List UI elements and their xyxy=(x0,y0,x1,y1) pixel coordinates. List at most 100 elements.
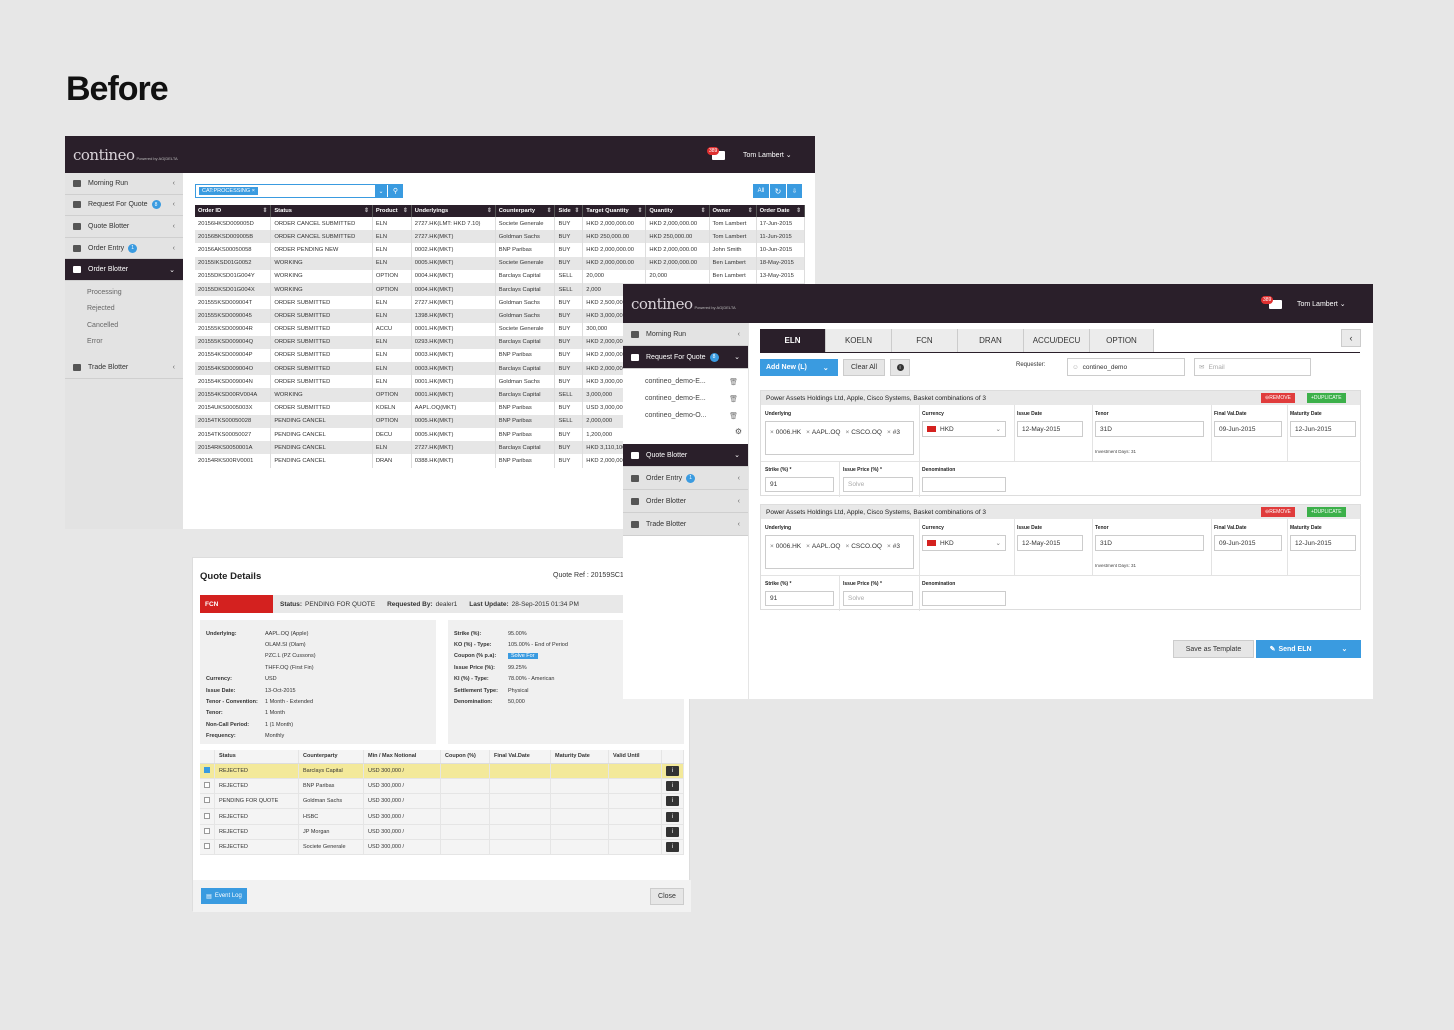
remove-chip-icon[interactable]: × xyxy=(770,543,774,550)
sidebar-item-morning-run[interactable]: Morning Run ‹ xyxy=(65,173,183,195)
remove-chip-icon[interactable]: × xyxy=(887,429,891,436)
column-header[interactable]: Order Date ⇕ xyxy=(756,205,806,217)
sidebar-item-trade-blotter[interactable]: Trade Blotter ‹ xyxy=(65,357,183,379)
sidebar-item-request-for-quote[interactable]: Request For Quote 8 ‹ xyxy=(65,195,183,217)
denomination-field[interactable] xyxy=(922,591,1006,606)
underlying-chip[interactable]: × AAPL.OQ xyxy=(806,539,840,553)
row-checkbox[interactable] xyxy=(204,812,210,819)
column-header[interactable]: Counterparty ⇕ xyxy=(495,205,556,217)
column-header[interactable]: Product ⇕ xyxy=(372,205,412,217)
info-icon[interactable]: i xyxy=(666,842,679,853)
refresh-icon[interactable]: ↻ xyxy=(770,184,786,198)
tab-eln[interactable]: ELN xyxy=(760,329,826,352)
currency-select[interactable]: HKD ⌄ xyxy=(922,535,1006,551)
sidebar-item-request-for-quote[interactable]: Request For Quote 8 ⌄ xyxy=(623,346,748,369)
tab-fcn[interactable]: FCN xyxy=(892,329,958,352)
duplicate-button[interactable]: + DUPLICATE xyxy=(1307,393,1346,403)
info-icon[interactable]: i xyxy=(666,780,679,791)
issue-price-field[interactable]: Solve xyxy=(843,477,913,492)
tab-koeln[interactable]: KOELN xyxy=(826,329,892,352)
send-eln-button[interactable]: ✎ Send ELN ⌄ xyxy=(1256,640,1361,658)
underlying-field[interactable]: × 0006.HK × AAPL.OQ × CSCO.OQ × #3 xyxy=(765,421,914,455)
column-header[interactable]: Side ⇕ xyxy=(554,205,584,217)
sidebar-item-quote-blotter[interactable]: Quote Blotter ⌄ xyxy=(623,444,748,467)
issue-date-field[interactable]: 12-May-2015 xyxy=(1017,535,1083,551)
table-row[interactable]: 20155IKSD01G0052 WORKING ELN 0005.HK(MKT) So… xyxy=(195,256,806,270)
row-checkbox[interactable] xyxy=(204,797,210,804)
sidebar-item-order-entry[interactable]: Order Entry 1 ‹ xyxy=(65,238,183,260)
info-icon[interactable]: i xyxy=(666,765,679,776)
column-header[interactable]: Owner ⇕ xyxy=(709,205,757,217)
info-button[interactable]: i xyxy=(890,359,910,376)
submenu-rejected[interactable]: Rejected xyxy=(65,301,183,318)
row-checkbox[interactable] xyxy=(204,781,210,788)
submenu-processing[interactable]: Processing xyxy=(65,285,183,302)
sidebar-item-trade-blotter[interactable]: Trade Blotter ‹ xyxy=(623,513,748,536)
all-button[interactable]: All xyxy=(753,184,769,198)
remove-chip-icon[interactable]: × xyxy=(770,429,774,436)
info-icon[interactable]: i xyxy=(666,811,679,822)
draft-item[interactable]: contineo_demo-O... 🗑 xyxy=(623,407,748,424)
submenu-error[interactable]: Error xyxy=(65,334,183,351)
table-row[interactable]: REJECTED Barclays Capital USD 300,000 / i xyxy=(200,763,684,779)
issue-date-field[interactable]: 12-May-2015 xyxy=(1017,421,1083,437)
trash-icon[interactable]: 🗑 xyxy=(729,378,738,386)
close-button[interactable]: Close xyxy=(650,888,684,905)
underlying-chip[interactable]: × #3 xyxy=(887,539,900,553)
table-row[interactable]: PENDING FOR QUOTE Goldman Sachs USD 300,00… xyxy=(200,793,684,810)
remove-chip-icon[interactable]: × xyxy=(806,543,810,550)
search-icon[interactable]: ⚲ xyxy=(388,184,403,198)
underlying-chip[interactable]: × #3 xyxy=(887,425,900,439)
remove-chip-icon[interactable]: × xyxy=(845,543,849,550)
underlying-field[interactable]: × 0006.HK × AAPL.OQ × CSCO.OQ × #3 xyxy=(765,535,914,569)
strike-field[interactable]: 91 xyxy=(765,591,834,606)
strike-field[interactable]: 91 xyxy=(765,477,834,492)
column-header[interactable]: Quantity ⇕ xyxy=(645,205,710,217)
trash-icon[interactable]: 🗑 xyxy=(729,395,738,403)
row-checkbox[interactable] xyxy=(204,766,210,773)
add-new-button[interactable]: Add New (L) ⌄ xyxy=(760,359,838,376)
tab-option[interactable]: OPTION xyxy=(1090,329,1154,352)
sidebar-item-morning-run[interactable]: Morning Run ‹ xyxy=(623,323,748,346)
event-log-button[interactable]: ▤ Event Log xyxy=(201,888,247,904)
column-header[interactable]: Order ID ⇕ xyxy=(195,205,272,217)
currency-select[interactable]: HKD ⌄ xyxy=(922,421,1006,437)
table-row[interactable]: 20156AKS00050058 ORDER PENDING NEW ELN 0002… xyxy=(195,243,806,257)
underlying-chip[interactable]: × 0006.HK xyxy=(770,539,801,553)
tenor-field[interactable]: 31D xyxy=(1095,421,1204,437)
sidebar-item-order-blotter[interactable]: Order Blotter ⌄ xyxy=(65,259,183,281)
table-row[interactable]: 20155DKSD01G004Y WORKING OPTION 0004.HK(MKT… xyxy=(195,269,806,283)
email-field[interactable]: ✉ Email xyxy=(1194,358,1311,376)
underlying-chip[interactable]: × CSCO.OQ xyxy=(845,539,882,553)
save-template-button[interactable]: Save as Template xyxy=(1173,640,1254,658)
remove-button[interactable]: ⊖ REMOVE xyxy=(1261,507,1295,517)
gear-icon[interactable]: ⚙ xyxy=(735,427,742,436)
tenor-field[interactable]: 31D xyxy=(1095,535,1204,551)
sidebar-item-quote-blotter[interactable]: Quote Blotter ‹ xyxy=(65,216,183,238)
table-row[interactable]: 20156BKSD009005B ORDER CANCEL SUBMITTED EL… xyxy=(195,230,806,244)
column-header[interactable]: Target Quantity ⇕ xyxy=(582,205,647,217)
final-val-date-field[interactable]: 09-Jun-2015 xyxy=(1214,421,1282,437)
remove-chip-icon[interactable]: × xyxy=(887,543,891,550)
row-checkbox[interactable] xyxy=(204,843,210,850)
tab-dran[interactable]: DRAN xyxy=(958,329,1024,352)
filter-tag[interactable]: CAT:PROCESSING × xyxy=(199,187,258,195)
table-row[interactable]: REJECTED HSBC USD 300,000 / i xyxy=(200,808,684,825)
user-menu[interactable]: Tom Lambert ⌄ xyxy=(743,151,792,159)
table-row[interactable]: REJECTED JP Morgan USD 300,000 / i xyxy=(200,824,684,840)
maturity-date-field[interactable]: 12-Jun-2015 xyxy=(1290,421,1356,437)
final-val-date-field[interactable]: 09-Jun-2015 xyxy=(1214,535,1282,551)
submenu-cancelled[interactable]: Cancelled xyxy=(65,318,183,335)
table-row[interactable]: REJECTED Societe Generale USD 300,000 / i xyxy=(200,839,684,856)
draft-item[interactable]: contineo_demo-E... 🗑 xyxy=(623,373,748,390)
duplicate-button[interactable]: + DUPLICATE xyxy=(1307,507,1346,517)
column-header[interactable]: Underlyings ⇕ xyxy=(411,205,496,217)
requester-field[interactable]: ☺ contineo_demo xyxy=(1067,358,1185,376)
user-menu[interactable]: Tom Lambert ⌄ xyxy=(1297,300,1346,308)
trash-icon[interactable]: 🗑 xyxy=(729,412,738,420)
tab-accu-decu[interactable]: ACCU/DECU xyxy=(1024,329,1090,352)
export-icon[interactable]: ⇩ xyxy=(787,184,802,198)
info-icon[interactable]: i xyxy=(666,796,679,807)
maturity-date-field[interactable]: 12-Jun-2015 xyxy=(1290,535,1356,551)
sidebar-item-order-entry[interactable]: Order Entry 1 ‹ xyxy=(623,467,748,490)
